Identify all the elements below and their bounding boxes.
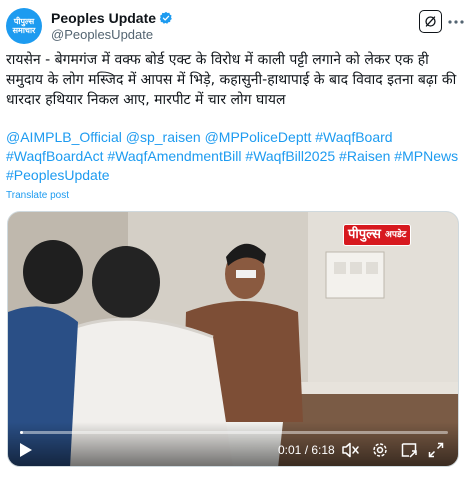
fullscreen-icon	[428, 442, 444, 458]
progress-bar[interactable]	[20, 431, 448, 434]
play-button[interactable]	[16, 440, 36, 460]
closed-captions-button[interactable]	[341, 440, 361, 460]
avatar[interactable]: पीपुल्स समाचार	[6, 8, 42, 44]
tweet-mentions-hashtags[interactable]: @AIMPLB_Official @sp_raisen @MPPoliceDep…	[6, 128, 461, 185]
display-name[interactable]: Peoples Update	[51, 10, 156, 26]
grok-button[interactable]	[419, 10, 442, 33]
channel-logo-sub: अपडेट	[384, 225, 411, 245]
controls-overlay	[8, 422, 458, 466]
video-player[interactable]: पीपुल्स अपडेट 0:01 / 6:18	[7, 211, 459, 467]
fullscreen-button[interactable]	[426, 440, 446, 460]
more-options-button[interactable]	[446, 14, 466, 30]
channel-logo: पीपुल्स अपडेट	[343, 224, 412, 246]
progress-fill	[20, 431, 23, 434]
channel-logo-main: पीपुल्स	[344, 225, 385, 245]
avatar-logo-text: पीपुल्स समाचार	[12, 17, 36, 35]
name-row: Peoples Update	[51, 10, 173, 26]
video-time: 0:01 / 6:18	[278, 443, 335, 457]
tweet-text: रायसेन - बेगमगंज में वक्फ बोर्ड एक्ट के …	[6, 52, 457, 108]
more-icon	[448, 20, 464, 24]
volume-icon	[342, 442, 359, 458]
settings-icon	[373, 443, 387, 457]
picture-in-picture-button[interactable]	[399, 440, 419, 460]
picture-in-picture-icon	[401, 443, 417, 458]
verified-badge-icon	[159, 11, 172, 24]
grok-icon	[425, 16, 436, 27]
play-icon	[20, 443, 32, 457]
account-handle[interactable]: @PeoplesUpdate	[51, 27, 153, 42]
tweet-header: पीपुल्स समाचार Peoples Update @PeoplesUp…	[6, 8, 465, 44]
translate-post-link[interactable]: Translate post	[6, 190, 69, 201]
settings-button[interactable]	[370, 440, 390, 460]
tweet-card: पीपुल्स समाचार Peoples Update @PeoplesUp…	[0, 0, 471, 479]
